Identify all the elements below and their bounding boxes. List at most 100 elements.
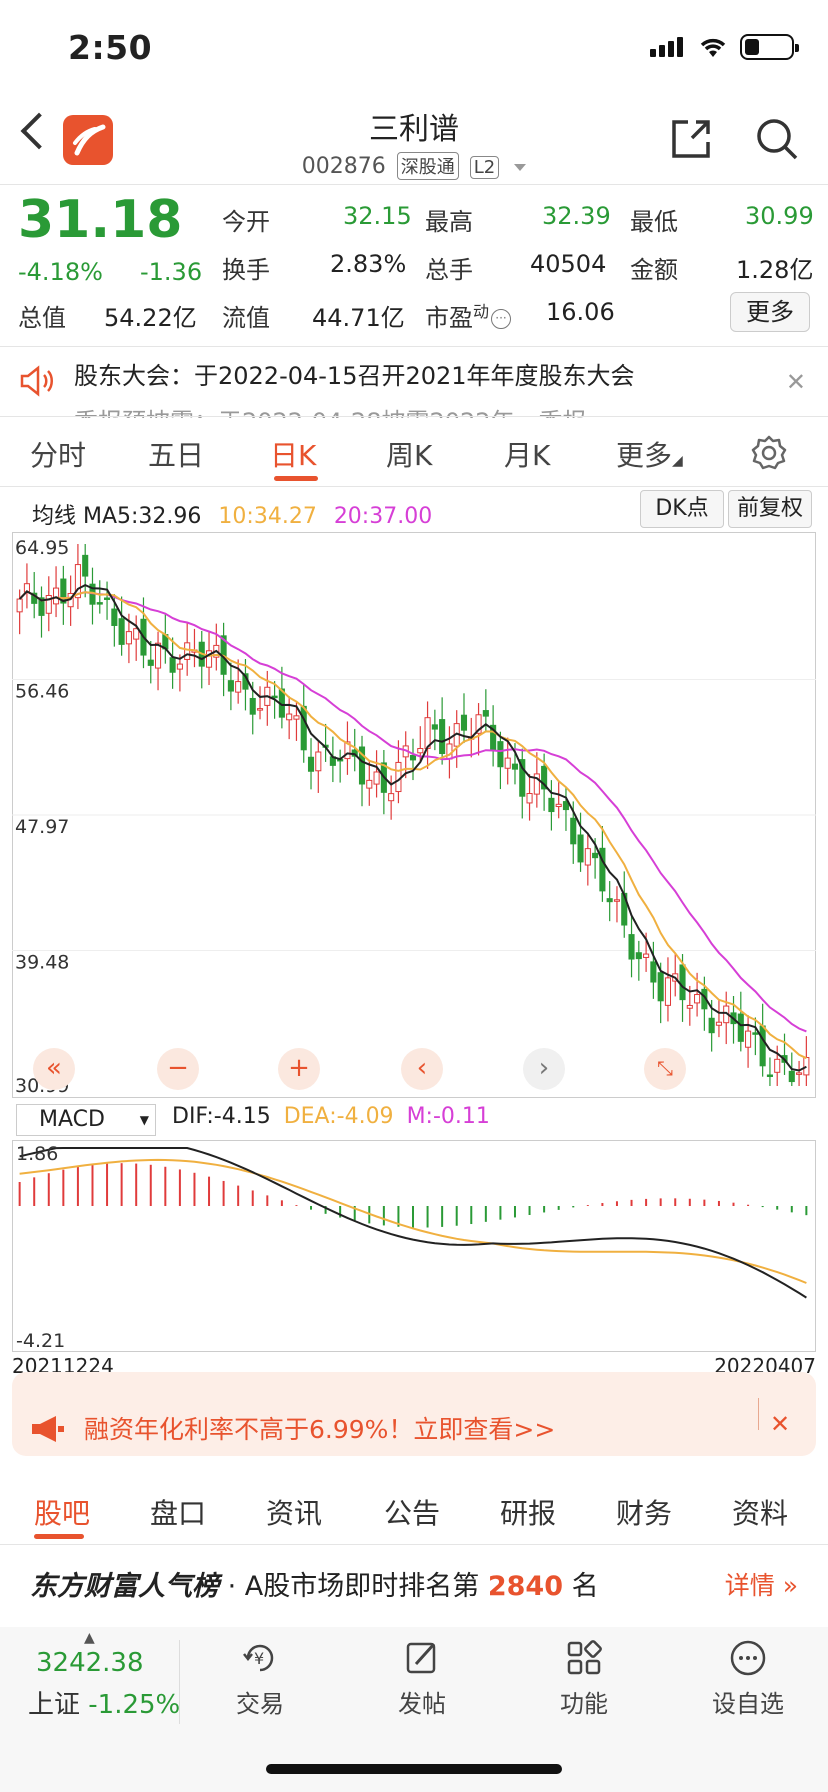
tab-timeshare[interactable]: 分时 xyxy=(30,434,86,474)
index-value[interactable]: 3242.38 xyxy=(36,1648,144,1678)
candle-body xyxy=(286,713,293,721)
footer-post[interactable]: 发帖 xyxy=(352,1638,492,1719)
footer-custom-label: 设自选 xyxy=(712,1690,784,1718)
caret-up-icon[interactable]: ▲ xyxy=(84,1630,95,1646)
settings-icon[interactable] xyxy=(750,434,788,472)
pe-value: 16.06 xyxy=(546,298,615,326)
candle-body xyxy=(548,797,555,813)
battery-icon xyxy=(740,34,799,60)
y-tick-label: 47.97 xyxy=(15,816,69,838)
indicator-select[interactable]: MACD ▼ xyxy=(16,1104,156,1136)
candle-body xyxy=(169,657,176,673)
float-value: 44.71亿 xyxy=(312,304,405,332)
volume-label: 总手 xyxy=(425,256,473,284)
more-dots-icon[interactable]: ··· xyxy=(491,309,512,329)
zoom-in-icon[interactable]: + xyxy=(278,1048,320,1090)
candle-body xyxy=(628,934,635,960)
popularity-rank[interactable]: 东方财富人气榜 · A股市场即时排名第 2840 名 xyxy=(30,1564,599,1603)
ad-divider xyxy=(758,1398,759,1430)
ad-text[interactable]: 融资年化利率不高于6.99%！立即查看>> xyxy=(84,1410,555,1446)
candle-body xyxy=(271,695,278,699)
candle-body xyxy=(388,793,395,802)
share-icon[interactable] xyxy=(668,116,714,162)
btab-order-book[interactable]: 盘口 xyxy=(150,1492,206,1532)
dk-point-button[interactable]: DK点 xyxy=(640,490,724,528)
turnover-value: 2.83% xyxy=(330,250,407,278)
high-value: 32.39 xyxy=(542,202,611,230)
search-icon[interactable] xyxy=(754,116,800,162)
megaphone-icon xyxy=(32,1416,64,1442)
status-icons xyxy=(650,34,799,60)
change-value: -1.36 xyxy=(140,258,203,286)
footer-functions[interactable]: 功能 xyxy=(514,1638,654,1719)
edit-icon xyxy=(406,1642,436,1674)
amount-value: 1.28亿 xyxy=(736,256,814,284)
scroll-left-icon[interactable]: ‹ xyxy=(401,1048,443,1090)
adjust-button[interactable]: 前复权 xyxy=(728,490,812,528)
candle-body xyxy=(745,1030,752,1048)
index-change: -1.25% xyxy=(88,1690,181,1720)
candle-body xyxy=(118,618,125,645)
candle-body xyxy=(315,751,322,772)
rank-suffix: 名 xyxy=(571,1571,599,1602)
svg-text:¥: ¥ xyxy=(254,1649,264,1668)
candle-body xyxy=(373,771,380,785)
tab-five-day[interactable]: 五日 xyxy=(148,434,204,474)
status-time: 2:50 xyxy=(68,28,153,67)
pe-label[interactable]: 市盈动 ··· xyxy=(425,298,512,333)
trade-icon: ¥ xyxy=(243,1644,274,1672)
candle-body xyxy=(679,964,686,1001)
candle-body xyxy=(803,1057,810,1076)
btab-finance[interactable]: 财务 xyxy=(616,1492,672,1532)
candle-body xyxy=(256,708,264,711)
candle-body xyxy=(96,602,103,605)
y-tick-label: 56.46 xyxy=(15,681,69,703)
scroll-right-icon[interactable]: › xyxy=(523,1048,565,1090)
btab-research[interactable]: 研报 xyxy=(500,1492,556,1532)
chevron-down-icon xyxy=(514,163,527,171)
pe-sup: 动 xyxy=(473,302,490,321)
tab-weekly-k[interactable]: 周K xyxy=(386,434,432,474)
candle-body xyxy=(111,608,118,626)
tab-daily-k[interactable]: 日K xyxy=(270,434,316,474)
high-label: 最高 xyxy=(425,208,473,236)
scroll-left-far-icon[interactable]: « xyxy=(33,1048,75,1090)
tab-monthly-k[interactable]: 月K xyxy=(504,434,550,474)
candle-body xyxy=(657,972,664,1002)
candle-body xyxy=(708,1017,715,1034)
rank-detail-link[interactable]: 详情 » xyxy=(725,1566,798,1602)
fullscreen-icon[interactable]: ⤡ xyxy=(644,1048,686,1090)
m-label: M:-0.11 xyxy=(406,1104,490,1129)
more-button[interactable]: 更多 xyxy=(730,292,810,332)
candle-body xyxy=(555,803,562,808)
zoom-out-icon[interactable]: − xyxy=(157,1048,199,1090)
close-ad-icon[interactable]: ✕ xyxy=(770,1410,790,1438)
btab-announcements[interactable]: 公告 xyxy=(384,1492,440,1532)
kline-chart[interactable]: 64.9556.4647.9739.4830.99 xyxy=(12,532,816,1098)
btab-news[interactable]: 资讯 xyxy=(266,1492,322,1532)
dif-label: DIF:-4.15 xyxy=(172,1104,271,1129)
macd-chart[interactable]: 1.86 -4.21 xyxy=(12,1140,816,1352)
footer-trade[interactable]: ¥ 交易 xyxy=(190,1638,330,1719)
candle-body xyxy=(592,852,599,859)
btab-indicator xyxy=(34,1534,84,1539)
candle-body xyxy=(766,1074,773,1077)
candle-body xyxy=(606,898,613,903)
candle-body xyxy=(715,1021,722,1026)
speaker-icon xyxy=(20,365,53,397)
candle-body xyxy=(650,961,657,983)
footer-custom[interactable]: 设自选 xyxy=(678,1638,818,1719)
notice-text[interactable]: 股东大会：于2022-04-15召开2021年年度股东大会 xyxy=(74,356,635,391)
btab-profile[interactable]: 资料 xyxy=(732,1492,788,1532)
tab-more[interactable]: 更多◢ xyxy=(616,434,683,474)
open-label: 今开 xyxy=(222,208,270,236)
footer-trade-label: 交易 xyxy=(236,1690,284,1718)
btab-forum[interactable]: 股吧 xyxy=(34,1492,90,1532)
footer-post-label: 发帖 xyxy=(398,1690,446,1718)
candle-body xyxy=(613,899,621,902)
close-notice-icon[interactable]: ✕ xyxy=(786,368,806,396)
footer-functions-label: 功能 xyxy=(560,1690,608,1718)
grid-icon xyxy=(567,1640,602,1675)
rank-detail-label: 详情 xyxy=(724,1571,775,1600)
index-row[interactable]: 上证 -1.25% xyxy=(28,1684,180,1721)
